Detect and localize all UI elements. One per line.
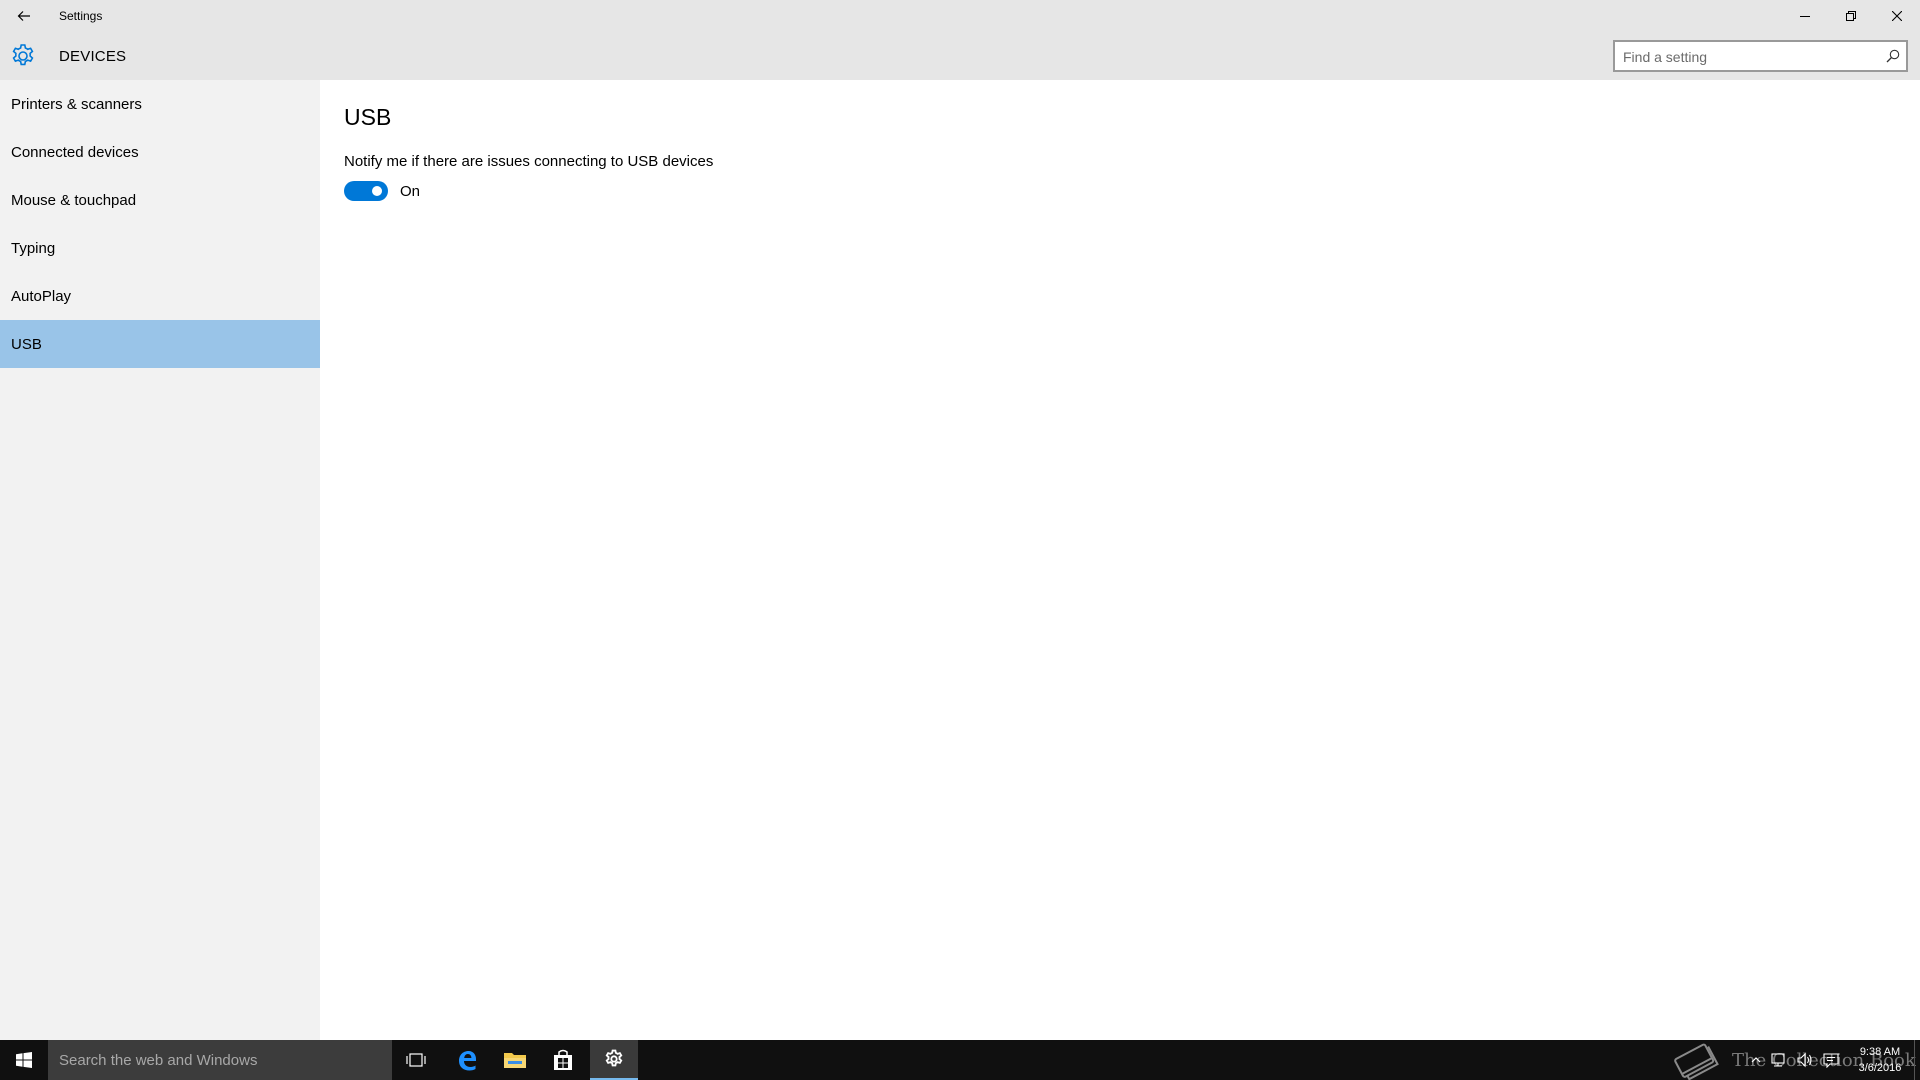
toggle-knob <box>372 186 382 196</box>
taskbar: Search the web and Windows The Collectio… <box>0 1040 1920 1080</box>
title-bar: Settings <box>0 0 1920 31</box>
system-tray <box>1750 1040 1840 1080</box>
clock-date: 3/6/2016 <box>1858 1062 1902 1074</box>
windows-start-icon <box>16 1052 32 1068</box>
gear-icon <box>12 44 34 66</box>
sidebar-item-autoplay[interactable]: AutoPlay <box>0 272 320 320</box>
main-content: USB Notify me if there are issues connec… <box>320 80 1920 1040</box>
find-setting-input[interactable] <box>1623 47 1873 67</box>
action-center-icon[interactable] <box>1822 1052 1840 1068</box>
edge-browser-icon <box>459 1051 476 1071</box>
sidebar-item-mouse-touchpad[interactable]: Mouse & touchpad <box>0 176 320 224</box>
sidebar-item-label: Printers & scanners <box>11 95 142 113</box>
file-explorer-button[interactable] <box>491 1040 539 1080</box>
search-icon[interactable] <box>1886 49 1900 63</box>
sidebar: Printers & scanners Connected devices Mo… <box>0 80 320 1040</box>
restore-button[interactable] <box>1828 0 1874 31</box>
taskbar-search-placeholder: Search the web and Windows <box>59 1051 258 1069</box>
clock[interactable]: 9:38 AM 3/6/2016 <box>1852 1044 1908 1076</box>
settings-taskbar-button[interactable] <box>590 1040 638 1080</box>
settings-gear-icon <box>605 1049 623 1067</box>
find-setting-box[interactable] <box>1613 40 1908 72</box>
minimize-button[interactable] <box>1782 0 1828 31</box>
sidebar-item-label: USB <box>11 335 42 353</box>
sidebar-item-label: AutoPlay <box>11 287 72 305</box>
store-icon <box>554 1049 572 1070</box>
sidebar-item-usb[interactable]: USB <box>0 320 320 368</box>
back-button[interactable] <box>0 0 48 31</box>
usb-notify-toggle[interactable] <box>344 181 388 201</box>
show-desktop-button[interactable] <box>1914 1040 1920 1080</box>
restore-icon <box>1846 10 1856 21</box>
network-icon[interactable] <box>1770 1052 1788 1068</box>
sidebar-item-printers-scanners[interactable]: Printers & scanners <box>0 80 320 128</box>
chevron-up-icon[interactable] <box>1750 1054 1762 1066</box>
settings-header: DEVICES <box>0 31 1920 80</box>
sidebar-item-connected-devices[interactable]: Connected devices <box>0 128 320 176</box>
minimize-icon <box>1800 15 1810 17</box>
taskbar-search-box[interactable]: Search the web and Windows <box>48 1040 392 1080</box>
sidebar-item-label: Connected devices <box>11 143 139 161</box>
toggle-state-text: On <box>400 183 421 200</box>
close-button[interactable] <box>1874 0 1920 31</box>
page-title: USB <box>344 104 392 130</box>
book-icon <box>1674 1043 1719 1080</box>
file-explorer-icon <box>504 1053 526 1068</box>
edge-button[interactable] <box>443 1040 491 1080</box>
task-view-icon <box>406 1053 426 1067</box>
sidebar-item-typing[interactable]: Typing <box>0 224 320 272</box>
section-title: DEVICES <box>59 48 127 65</box>
task-view-button[interactable] <box>392 1040 440 1080</box>
start-button[interactable] <box>0 1040 48 1080</box>
close-icon <box>1892 10 1902 21</box>
clock-time: 9:38 AM <box>1859 1046 1901 1058</box>
sidebar-item-label: Typing <box>11 239 56 257</box>
arrow-left-icon <box>17 10 30 21</box>
app-title: Settings <box>59 9 103 23</box>
store-button[interactable] <box>539 1040 587 1080</box>
usb-notify-label: Notify me if there are issues connecting… <box>344 153 714 170</box>
sidebar-item-label: Mouse & touchpad <box>11 191 137 209</box>
volume-icon[interactable] <box>1796 1052 1814 1068</box>
